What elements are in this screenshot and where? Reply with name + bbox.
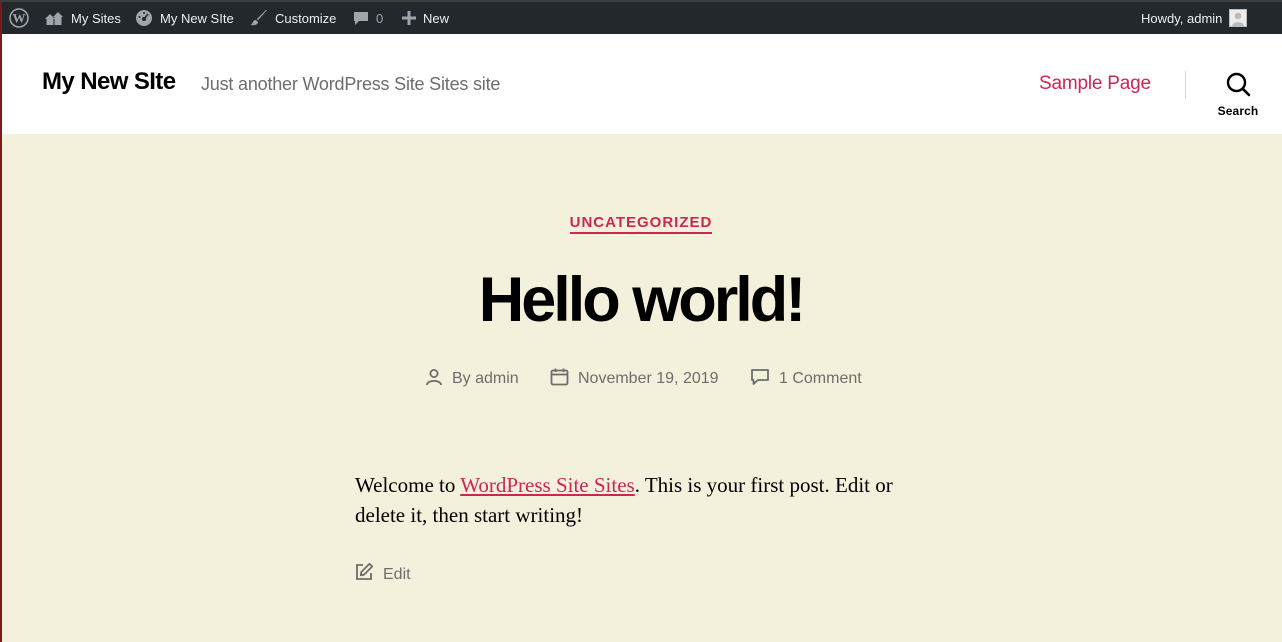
new-content-menu[interactable]: New — [402, 2, 449, 34]
category-link[interactable]: UNCATEGORIZED — [569, 214, 713, 234]
brush-icon — [250, 9, 268, 27]
window-top-edge — [0, 0, 1282, 2]
admin-bar: W My Sites My New SIte Customize 0 New H… — [0, 2, 1282, 34]
content-link[interactable]: WordPress Site Sites — [460, 473, 634, 497]
search-toggle[interactable]: Search — [1210, 70, 1266, 120]
my-sites-icon — [44, 10, 64, 26]
comments-count: 0 — [376, 10, 384, 26]
edit-label: Edit — [383, 565, 411, 583]
post-comments-label: 1 Comment — [779, 370, 862, 387]
wp-logo-button[interactable]: W — [9, 2, 29, 34]
comments-link[interactable]: 0 — [353, 2, 383, 34]
my-account-menu[interactable]: Howdy, admin — [1141, 2, 1248, 34]
calendar-icon — [550, 368, 569, 391]
nav-divider — [1185, 71, 1186, 99]
post-content: Welcome to WordPress Site Sites. This is… — [355, 470, 915, 530]
site-header: My New SIte Just another WordPress Site … — [2, 34, 1282, 134]
post-author-label: By admin — [452, 370, 519, 387]
site-title[interactable]: My New SIte — [42, 68, 176, 96]
post-date-label: November 19, 2019 — [578, 370, 719, 387]
post-author[interactable]: By admin — [425, 368, 519, 390]
content-text-prefix: Welcome to — [355, 473, 461, 497]
comment-bubble-icon — [353, 10, 369, 26]
site-name-label: My New SIte — [160, 10, 234, 26]
nav-item-sample-page[interactable]: Sample Page — [1039, 73, 1151, 95]
my-sites-label: My Sites — [71, 10, 121, 26]
site-description: Just another WordPress Site Sites site — [201, 74, 501, 94]
howdy-label: Howdy, admin — [1141, 10, 1223, 26]
edit-post-link[interactable]: Edit — [354, 562, 411, 587]
customize-link[interactable]: Customize — [250, 2, 336, 34]
new-label: New — [423, 10, 450, 26]
window-left-edge — [0, 0, 2, 642]
plus-icon — [402, 11, 416, 25]
site-name-menu[interactable]: My New SIte — [135, 2, 234, 34]
post-date[interactable]: November 19, 2019 — [550, 368, 719, 390]
user-icon — [425, 368, 443, 391]
avatar-icon — [1229, 9, 1248, 27]
post-category: UNCATEGORIZED — [0, 214, 1282, 234]
wordpress-logo-icon: W — [9, 8, 29, 28]
customize-label: Customize — [275, 10, 337, 26]
search-label: Search — [1217, 104, 1259, 118]
edit-icon — [354, 562, 374, 587]
dashboard-icon — [135, 9, 153, 27]
post-comments[interactable]: 1 Comment — [750, 368, 862, 390]
my-sites-menu[interactable]: My Sites — [44, 2, 121, 34]
svg-text:W: W — [13, 11, 26, 26]
post-title: Hello world! — [478, 265, 807, 335]
comment-icon — [750, 368, 770, 391]
